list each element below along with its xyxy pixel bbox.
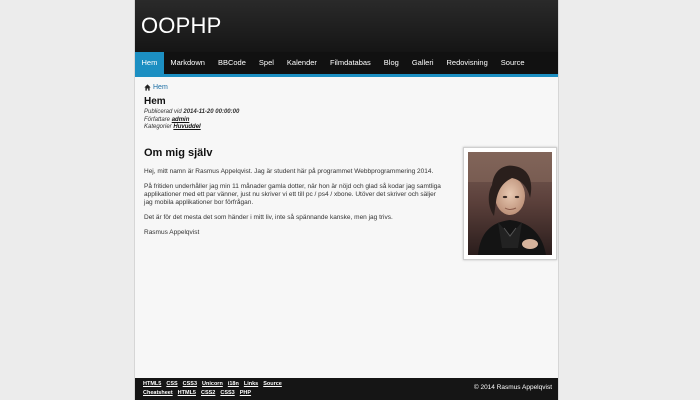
article: Om mig själv Hej, mitt namn är Rasmus Ap…: [144, 147, 444, 244]
main-navbar: Hem Markdown BBCode Spel Kalender Filmda…: [135, 52, 558, 77]
nav-item-filmdatabas[interactable]: Filmdatabas: [323, 52, 377, 74]
footer-link-cheatsheet[interactable]: Cheatsheet: [143, 389, 173, 398]
copyright-text: © 2014 Rasmus Appelqvist: [473, 384, 552, 391]
footer-link-html5-2[interactable]: HTML5: [178, 389, 196, 398]
nav-item-galleri[interactable]: Galleri: [405, 52, 440, 74]
footer-links: HTML5 CSS CSS3 Unicorn i18n Links Source…: [143, 380, 287, 398]
breadcrumb-link-hem[interactable]: Hem: [153, 84, 168, 91]
site-title[interactable]: OOPHP: [141, 13, 221, 39]
nav-item-bbcode[interactable]: BBCode: [211, 52, 252, 74]
footer-link-html5[interactable]: HTML5: [143, 380, 161, 389]
article-paragraph: Det är för det mesta det som händer i mi…: [144, 214, 393, 221]
nav-item-spel[interactable]: Spel: [252, 52, 280, 74]
nav-item-blog[interactable]: Blog: [377, 52, 405, 74]
footer-link-css2[interactable]: CSS2: [201, 389, 215, 398]
footer-link-source[interactable]: Source: [263, 380, 282, 389]
breadcrumb: Hem: [144, 84, 549, 91]
published-label: Publicerad vid: [144, 109, 182, 115]
footer-link-i18n[interactable]: i18n: [228, 380, 239, 389]
nav-item-source[interactable]: Source: [494, 52, 531, 74]
main-content: Hem Hem Publicerad vid 2014-11-20 00:00:…: [144, 84, 557, 260]
category-label: Kategorier: [144, 124, 172, 130]
profile-photo-frame: [463, 147, 557, 260]
nav-item-hem[interactable]: Hem: [135, 52, 164, 74]
footer-link-php[interactable]: PHP: [240, 389, 251, 398]
home-icon: [144, 84, 151, 91]
article-title: Om mig själv: [144, 147, 213, 159]
article-signature: Rasmus Appelqvist: [144, 229, 200, 236]
category-link[interactable]: Huvuddel: [173, 124, 200, 130]
footer-links-row-1: HTML5 CSS CSS3 Unicorn i18n Links Source: [143, 380, 287, 389]
footer-links-row-2: Cheatsheet HTML5 CSS2 CSS3 PHP: [143, 389, 287, 398]
page-title: Hem: [144, 96, 166, 107]
article-paragraph: Hej, mitt namn är Rasmus Appelqvist. Jag…: [144, 168, 434, 175]
nav-item-redovisning[interactable]: Redovisning: [440, 52, 494, 74]
site-header: OOPHP: [135, 0, 558, 52]
nav-item-kalender[interactable]: Kalender: [280, 52, 323, 74]
published-date: 2014-11-20 00:00:00: [183, 109, 240, 115]
author-label: Författare: [144, 116, 171, 123]
nav-item-markdown[interactable]: Markdown: [164, 52, 212, 74]
profile-photo: [468, 152, 552, 255]
footer-link-unicorn[interactable]: Unicorn: [202, 380, 223, 389]
article-paragraph: På fritiden underhåller jag min 11 månad…: [144, 183, 441, 206]
footer-link-links[interactable]: Links: [244, 380, 258, 389]
footer-link-css3-2[interactable]: CSS3: [220, 389, 234, 398]
site-footer: HTML5 CSS CSS3 Unicorn i18n Links Source…: [135, 378, 558, 400]
post-meta: Publicerad vid 2014-11-20 00:00:00 Förfa…: [144, 109, 549, 132]
page-container: OOPHP Hem Markdown BBCode Spel Kalender …: [135, 0, 558, 400]
footer-link-css3[interactable]: CSS3: [183, 380, 197, 389]
author-link[interactable]: admin: [172, 117, 190, 123]
footer-link-css[interactable]: CSS: [166, 380, 177, 389]
